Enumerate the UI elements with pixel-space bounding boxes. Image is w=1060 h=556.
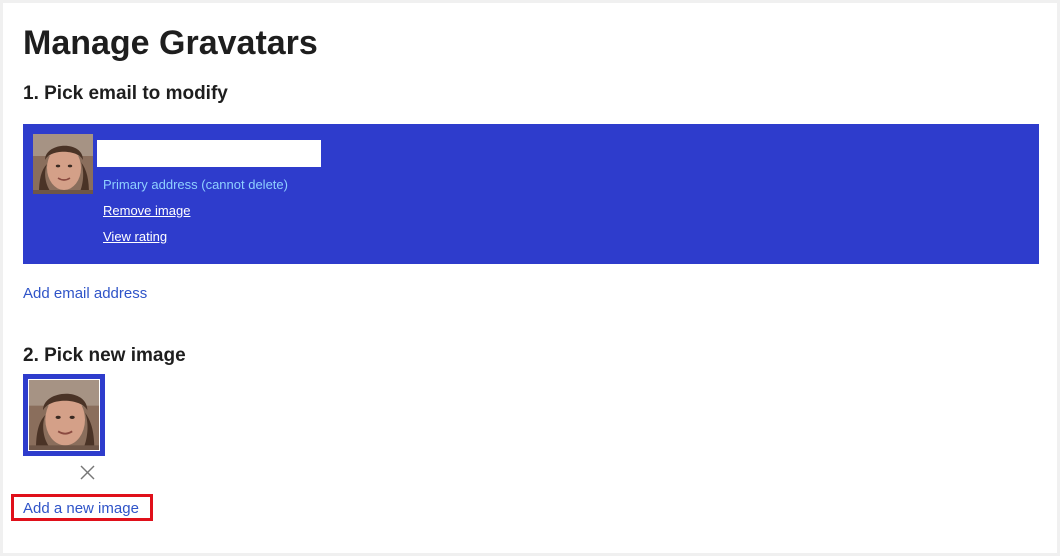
step1-title: 1. Pick email to modify — [23, 83, 228, 104]
remove-image-link[interactable]: Remove image — [103, 203, 190, 219]
face-photo-icon — [29, 380, 99, 450]
page: Manage Gravatars 1. Pick email to modify… — [3, 3, 1057, 553]
email-avatar — [33, 134, 93, 194]
page-title: Manage Gravatars — [23, 24, 318, 62]
image-tile-selected[interactable] — [23, 374, 105, 456]
add-email-link[interactable]: Add email address — [23, 285, 147, 303]
email-address-field — [97, 140, 321, 167]
add-new-image-link[interactable]: Add a new image — [23, 500, 139, 518]
image-thumbnail — [28, 379, 100, 451]
view-rating-link[interactable]: View rating — [103, 229, 167, 245]
face-photo-icon — [33, 134, 93, 194]
step2-title: 2. Pick new image — [23, 345, 186, 366]
email-item-selected[interactable]: Primary address (cannot delete) Remove i… — [23, 124, 1039, 264]
primary-address-note: Primary address (cannot delete) — [103, 177, 288, 192]
close-icon[interactable] — [79, 464, 96, 481]
